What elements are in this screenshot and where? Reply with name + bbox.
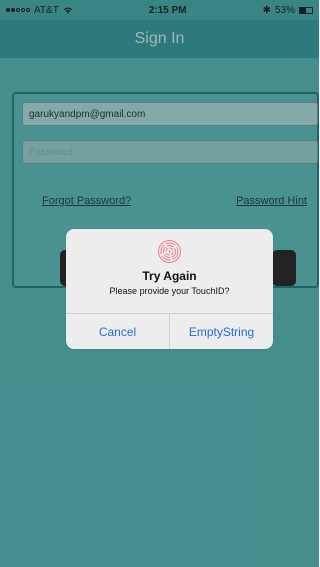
empty-string-button[interactable]: EmptyString — [170, 314, 273, 349]
sign-in-screen: AT&T 2:15 PM ✱ 53% Sign In garukyandpm@g… — [0, 0, 319, 567]
cancel-button[interactable]: Cancel — [66, 314, 170, 349]
touchid-alert: Try Again Please provide your TouchID? C… — [66, 229, 273, 349]
alert-actions: Cancel EmptyString — [66, 313, 273, 349]
alert-title: Try Again — [142, 269, 197, 283]
fingerprint-icon — [158, 240, 181, 263]
alert-message: Please provide your TouchID? — [109, 286, 230, 296]
